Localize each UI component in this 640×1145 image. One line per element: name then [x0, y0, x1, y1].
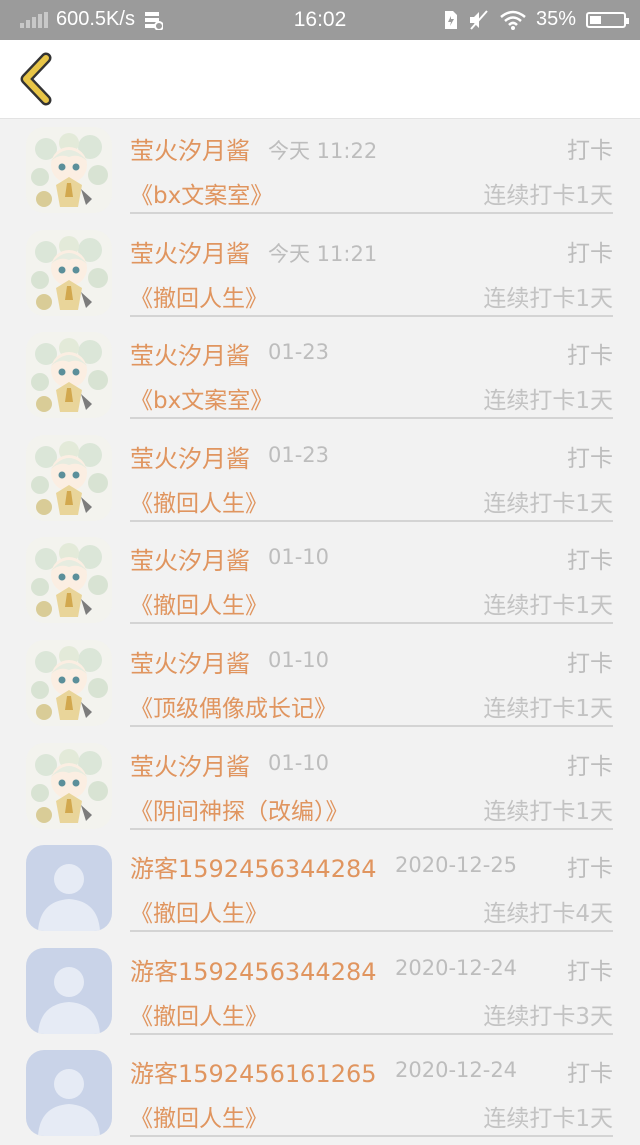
checkin-time: 01-23 — [268, 442, 330, 467]
record-content: 游客1592456344284 2020-12-25 打卡《撤回人生》 连续打卡4天 — [130, 837, 613, 933]
checkin-record[interactable]: 莹火汐月酱 01-23 打卡《bx文案室》 连续打卡1天 — [0, 324, 640, 427]
book-title: 《撤回人生》 — [130, 1106, 268, 1133]
sim-card-icon — [444, 10, 457, 29]
user-name: 莹火汐月酱 — [130, 137, 250, 165]
streak-count: 连续打卡1天 — [483, 798, 613, 825]
user-name: 莹火汐月酱 — [130, 547, 250, 576]
checkin-time: 今天 11:21 — [268, 241, 378, 266]
streak-count: 连续打卡1天 — [483, 388, 613, 415]
checkin-time: 2020-12-24 — [395, 955, 518, 980]
mute-icon — [469, 9, 488, 30]
user-name: 游客1592456344284 — [130, 957, 377, 986]
avatar[interactable] — [26, 742, 112, 829]
checkin-time: 2020-12-24 — [395, 1058, 518, 1083]
checkin-action: 打卡 — [567, 548, 613, 575]
user-name: 莹火汐月酱 — [130, 239, 250, 268]
book-title: 《撤回人生》 — [130, 593, 268, 620]
streak-count: 连续打卡4天 — [483, 901, 613, 928]
record-content: 莹火汐月酱 01-10 打卡《顶级偶像成长记》 连续打卡1天 — [130, 632, 613, 727]
streak-count: 连续打卡3天 — [483, 1003, 613, 1030]
status-bar: 600.5K/s 16:02 35% — [0, 0, 640, 40]
checkin-action: 打卡 — [567, 343, 613, 370]
checkin-record[interactable]: 莹火汐月酱 01-10 打卡《顶级偶像成长记》 连续打卡1天 — [0, 632, 640, 735]
user-name: 游客1592456344284 — [130, 855, 377, 884]
user-name: 莹火汐月酱 — [130, 342, 250, 371]
wifi-icon — [500, 10, 526, 30]
avatar[interactable] — [26, 434, 112, 521]
checkin-time: 2020-12-25 — [395, 853, 518, 878]
avatar[interactable] — [26, 229, 112, 316]
user-name: 莹火汐月酱 — [130, 752, 250, 781]
checkin-record-list: 莹火汐月酱 今天 11:22 打卡 《bx文案室》 连续打卡1天 莹火汐月酱 今天 11:2… — [0, 119, 640, 1145]
record-content: 莹火汐月酱 今天 11:21 打卡《撤回人生》 连续打卡1天 — [130, 222, 613, 317]
checkin-time: 01-10 — [268, 750, 330, 775]
streak-count: 连续打卡1天 — [483, 1106, 613, 1133]
streak-count: 连续打卡1天 — [483, 695, 613, 722]
book-title: 《撤回人生》 — [130, 285, 268, 312]
book-title: 《阴间神探（改编）》 — [130, 798, 349, 825]
streak-count: 连续打卡1天 — [483, 490, 613, 517]
book-title: 《撤回人生》 — [130, 901, 268, 928]
checkin-record[interactable]: 游客1592456344284 2020-12-24 打卡《撤回人生》 连续打卡3天 — [0, 940, 640, 1043]
checkin-time: 01-10 — [268, 545, 330, 570]
checkin-action: 打卡 — [567, 445, 613, 472]
book-title: 《撤回人生》 — [130, 490, 268, 517]
checkin-time: 01-10 — [268, 647, 330, 672]
checkin-record[interactable]: 莹火汐月酱 01-10 打卡《阴间神探（改编）》 连续打卡1天 — [0, 735, 640, 838]
avatar[interactable] — [26, 845, 112, 932]
book-title: 《bx文案室》 — [130, 388, 274, 415]
record-content: 莹火汐月酱 01-23 打卡《bx文案室》 连续打卡1天 — [130, 324, 613, 420]
checkin-action: 打卡 — [567, 240, 613, 267]
streak-count: 连续打卡1天 — [483, 183, 613, 209]
checkin-record[interactable]: 莹火汐月酱 今天 11:22 打卡《bx文案室》 连续打卡1天 — [0, 119, 640, 222]
user-name: 莹火汐月酱 — [130, 444, 250, 473]
checkin-record[interactable]: 莹火汐月酱 01-23 打卡《撤回人生》 连续打卡1天 — [0, 427, 640, 530]
avatar[interactable] — [26, 947, 112, 1034]
record-content: 游客1592456344284 2020-12-24 打卡《撤回人生》 连续打卡3天 — [130, 940, 613, 1035]
checkin-action: 打卡 — [567, 753, 613, 780]
record-content: 莹火汐月酱 01-23 打卡《撤回人生》 连续打卡1天 — [130, 427, 613, 522]
streak-count: 连续打卡1天 — [483, 285, 613, 312]
record-content: 游客1592456161265 2020-12-24 打卡《撤回人生》 连续打卡1天 — [130, 1042, 613, 1138]
back-arrow-icon[interactable] — [12, 52, 64, 106]
avatar[interactable] — [26, 639, 112, 726]
battery-percent: 35% — [535, 8, 576, 30]
record-content: 莹火汐月酱 今天 11:22 打卡《bx文案室》 连续打卡1天 — [130, 119, 613, 214]
checkin-record[interactable]: 莹火汐月酱 01-10 打卡《撤回人生》 连续打卡1天 — [0, 529, 640, 632]
checkin-action: 打卡 — [567, 138, 613, 164]
checkin-time: 01-23 — [268, 340, 330, 365]
user-name: 游客1592456161265 — [130, 1060, 377, 1089]
streak-count: 连续打卡1天 — [483, 593, 613, 620]
checkin-action: 打卡 — [567, 1061, 613, 1088]
user-name: 莹火汐月酱 — [130, 649, 250, 678]
battery-icon — [586, 11, 629, 28]
avatar[interactable] — [26, 537, 112, 624]
top-nav-bar — [0, 40, 640, 119]
avatar[interactable] — [26, 127, 112, 213]
checkin-record[interactable]: 游客1592456161265 2020-12-24 打卡《撤回人生》 连续打卡1天 — [0, 1042, 640, 1145]
checkin-action: 打卡 — [567, 958, 613, 985]
checkin-time: 今天 11:22 — [268, 139, 378, 163]
avatar[interactable] — [26, 332, 112, 419]
checkin-action: 打卡 — [567, 856, 613, 883]
avatar[interactable] — [26, 1050, 112, 1137]
record-content: 莹火汐月酱 01-10 打卡《阴间神探（改编）》 连续打卡1天 — [130, 735, 613, 830]
checkin-record[interactable]: 游客1592456344284 2020-12-25 打卡《撤回人生》 连续打卡4天 — [0, 837, 640, 940]
checkin-record[interactable]: 莹火汐月酱 今天 11:21 打卡《撤回人生》 连续打卡1天 — [0, 222, 640, 325]
book-title: 《撤回人生》 — [130, 1003, 268, 1030]
book-title: 《顶级偶像成长记》 — [130, 695, 337, 722]
checkin-action: 打卡 — [567, 650, 613, 677]
record-content: 莹火汐月酱 01-10 打卡《撤回人生》 连续打卡1天 — [130, 529, 613, 625]
book-title: 《bx文案室》 — [130, 183, 274, 209]
